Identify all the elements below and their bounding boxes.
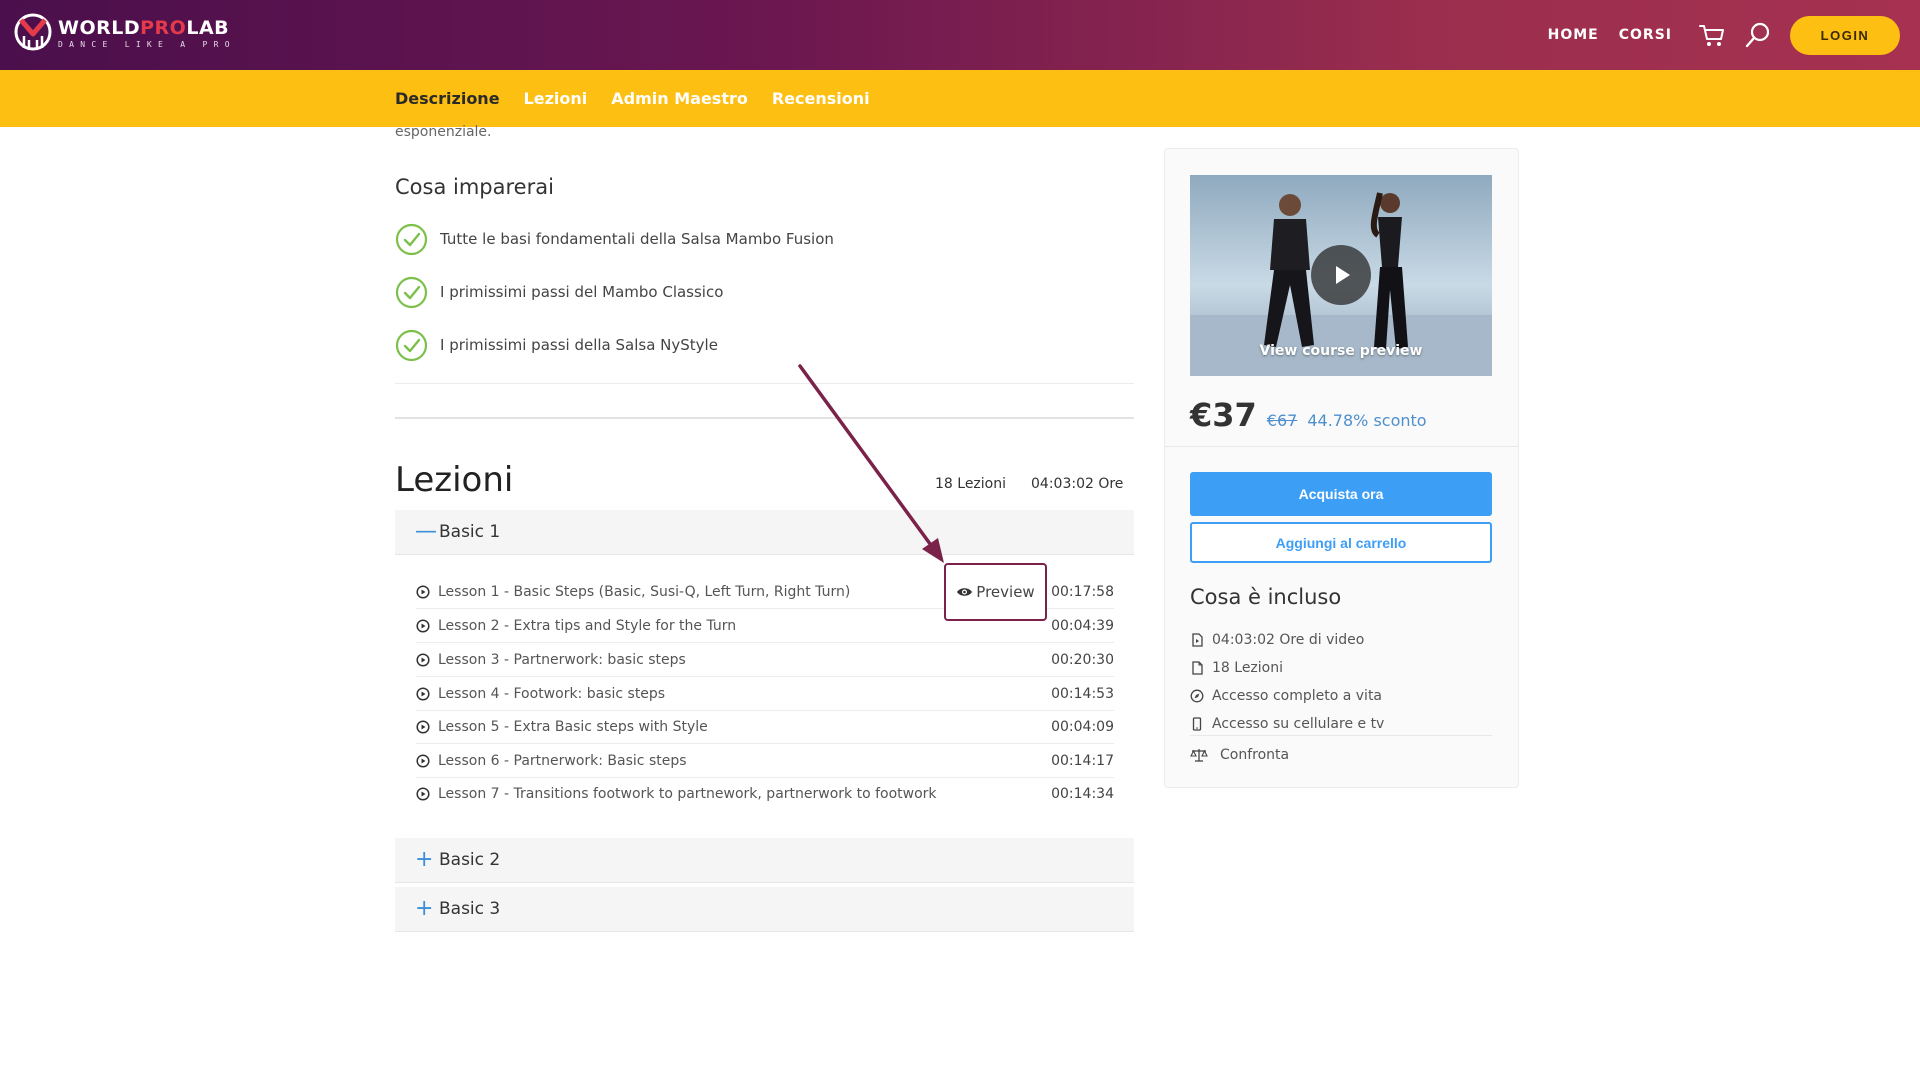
expand-icon: + [415, 847, 434, 872]
included-item-text: Accesso su cellulare e tv [1212, 716, 1385, 732]
tab-descrizione[interactable]: Descrizione [395, 89, 500, 108]
learn-item-text: I primissimi passi del Mambo Classico [440, 283, 724, 301]
section-name: Basic 1 [439, 522, 501, 542]
nav-corsi-link[interactable]: CORSI [1619, 27, 1672, 43]
play-circle-icon [416, 787, 430, 801]
lesson-duration: 00:20:30 [1051, 651, 1114, 668]
scale-icon [1190, 749, 1208, 762]
logo-tagline: DANCE LIKE A PRO [58, 39, 236, 49]
collapse-icon: — [415, 519, 437, 544]
included-item-text: Accesso completo a vita [1212, 688, 1383, 704]
included-item: Accesso su cellulare e tv [1190, 713, 1384, 735]
compare-link[interactable]: Confronta [1190, 744, 1289, 766]
section-basic-3[interactable]: + Basic 3 [395, 887, 1134, 932]
main-nav: HOME CORSI LOGIN [1548, 0, 1920, 70]
tab-admin-maestro[interactable]: Admin Maestro [611, 89, 748, 108]
nav-home-link[interactable]: HOME [1548, 27, 1599, 43]
learn-item: Tutte le basi fondamentali della Salsa M… [395, 222, 834, 256]
logo-icon [14, 13, 52, 51]
check-circle-icon [395, 276, 428, 308]
included-item: Accesso completo a vita [1190, 685, 1382, 707]
section-name: Basic 2 [439, 850, 501, 870]
buy-now-button[interactable]: Acquista ora [1190, 472, 1492, 516]
learn-item: I primissimi passi del Mambo Classico [395, 275, 723, 309]
learn-item-text: I primissimi passi della Salsa NyStyle [440, 336, 718, 354]
divider [1165, 446, 1518, 447]
check-circle-icon [395, 223, 428, 255]
learn-item-text: Tutte le basi fondamentali della Salsa M… [440, 230, 834, 248]
lesson-title[interactable]: Lesson 5 - Extra Basic steps with Style [438, 719, 1051, 735]
price-row: €37 €67 44.78% sconto [1190, 396, 1427, 440]
play-circle-icon [416, 753, 430, 768]
description-text: esponenziale. [395, 124, 492, 140]
lesson-duration: 00:17:58 [1051, 583, 1114, 600]
cart-icon[interactable] [1698, 21, 1726, 49]
compass-icon [1190, 689, 1204, 703]
preview-caption[interactable]: View course preview [1190, 343, 1492, 359]
search-icon[interactable] [1744, 21, 1772, 49]
learn-title: Cosa imparerai [395, 175, 554, 199]
lesson-row[interactable]: Lesson 7 - Transitions footwork to partn… [416, 777, 1114, 811]
play-circle-icon [416, 719, 430, 734]
divider [395, 417, 1134, 419]
logo-wordmark: WORLDPROLAB [58, 16, 230, 39]
lesson-duration: 00:04:39 [1051, 617, 1114, 634]
course-purchase-card: View course preview €37 €67 44.78% scont… [1164, 148, 1519, 788]
included-title: Cosa è incluso [1190, 585, 1342, 609]
tab-lezioni[interactable]: Lezioni [524, 89, 588, 108]
lesson-row[interactable]: Lesson 5 - Extra Basic steps with Style … [416, 710, 1114, 744]
login-button[interactable]: LOGIN [1790, 15, 1900, 55]
included-item-text: 18 Lezioni [1212, 660, 1283, 676]
course-tabs: Descrizione Lezioni Admin Maestro Recens… [395, 70, 894, 127]
site-logo[interactable]: WORLDPROLAB DANCE LIKE A PRO [12, 10, 236, 56]
lesson-title[interactable]: Lesson 4 - Footwork: basic steps [438, 686, 1051, 702]
play-circle-icon [416, 618, 430, 633]
play-circle-icon [416, 652, 430, 667]
play-circle-icon [416, 686, 430, 701]
section-name: Basic 3 [439, 899, 501, 919]
lesson-duration: 00:14:53 [1051, 685, 1114, 702]
add-to-cart-button[interactable]: Aggiungi al carrello [1190, 522, 1492, 563]
tab-recensioni[interactable]: Recensioni [772, 89, 870, 108]
lesson-duration: 00:14:17 [1051, 752, 1114, 769]
lesson-duration: 00:14:34 [1051, 786, 1114, 802]
preview-label: Preview [976, 583, 1035, 601]
divider [395, 383, 1134, 384]
preview-button[interactable]: Preview [944, 563, 1047, 621]
lesson-row[interactable]: Lesson 6 - Partnerwork: Basic steps 00:1… [416, 744, 1114, 778]
mobile-icon [1192, 717, 1202, 731]
play-icon [1336, 266, 1350, 284]
original-price: €67 [1266, 411, 1298, 430]
check-circle-icon [395, 329, 428, 361]
lessons-count: 18 Lezioni [935, 476, 1006, 492]
learn-item: I primissimi passi della Salsa NyStyle [395, 328, 718, 362]
lesson-row[interactable]: Lesson 3 - Partnerwork: basic steps 00:2… [416, 643, 1114, 677]
eye-icon [957, 588, 973, 596]
included-item-text: 04:03:02 Ore di video [1212, 632, 1365, 648]
compare-label[interactable]: Confronta [1220, 747, 1289, 763]
lessons-duration: 04:03:02 Ore [1031, 476, 1124, 492]
file-icon [1192, 661, 1203, 675]
play-circle-icon [416, 584, 430, 599]
included-item: 18 Lezioni [1190, 657, 1283, 679]
lesson-title[interactable]: Lesson 7 - Transitions footwork to partn… [438, 786, 1051, 802]
section-basic-2[interactable]: + Basic 2 [395, 838, 1134, 883]
lesson-title[interactable]: Lesson 3 - Partnerwork: basic steps [438, 652, 1051, 668]
section-basic-1[interactable]: — Basic 1 [395, 510, 1134, 555]
lessons-meta: 18 Lezioni 04:03:02 Ore [935, 476, 1123, 492]
lesson-row[interactable]: Lesson 4 - Footwork: basic steps 00:14:5… [416, 677, 1114, 711]
course-tabbar: Descrizione Lezioni Admin Maestro Recens… [0, 70, 1920, 127]
current-price: €37 [1190, 396, 1257, 434]
included-item: 04:03:02 Ore di video [1190, 629, 1364, 651]
site-header: WORLDPROLAB DANCE LIKE A PRO HOME CORSI … [0, 0, 1920, 70]
expand-icon: + [415, 896, 434, 921]
lessons-title: Lezioni [395, 460, 514, 500]
lesson-duration: 00:04:09 [1051, 718, 1114, 735]
lesson-title[interactable]: Lesson 6 - Partnerwork: Basic steps [438, 753, 1051, 769]
course-preview-thumbnail[interactable]: View course preview [1190, 175, 1492, 376]
discount-label: 44.78% sconto [1307, 411, 1427, 430]
video-file-icon [1192, 633, 1203, 647]
divider [1190, 735, 1492, 736]
play-button[interactable] [1311, 245, 1371, 305]
